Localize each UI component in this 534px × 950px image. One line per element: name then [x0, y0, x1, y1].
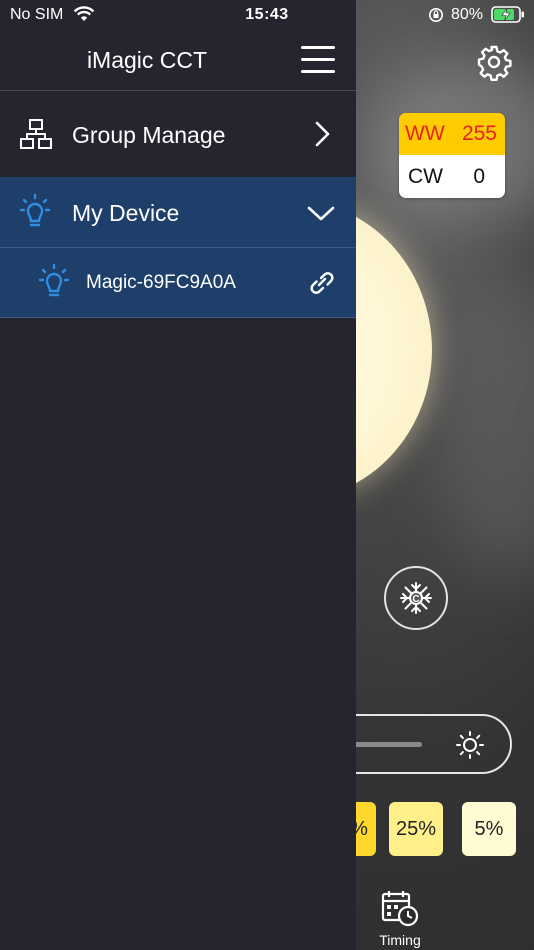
app-title: iMagic CCT: [86, 47, 208, 73]
ww-value: 255: [461, 122, 497, 145]
side-drawer: iMagic CCT Group Manage My Device Magic-…: [0, 0, 356, 950]
timing-label: Timing: [379, 932, 421, 948]
group-manage-row[interactable]: Group Manage: [0, 91, 356, 177]
battery-percent: 80%: [451, 6, 484, 23]
group-manage-label: Group Manage: [72, 122, 226, 148]
timing-tab[interactable]: Timing: [368, 886, 432, 950]
ww-cw-value-card: WW 255 CW 0: [399, 113, 505, 198]
brightness-slider-fill: [350, 742, 422, 747]
link-icon[interactable]: [306, 268, 338, 298]
device-name: Magic-69FC9A0A: [86, 272, 236, 293]
svg-text:C: C: [412, 594, 419, 605]
drawer-header: iMagic CCT: [0, 30, 356, 91]
cw-label: CW: [408, 164, 443, 188]
hamburger-menu-icon: [301, 58, 335, 61]
settings-button[interactable]: [474, 42, 514, 82]
preset-button-25[interactable]: 25%: [389, 802, 443, 856]
battery-icon: [491, 6, 524, 23]
sun-icon: [455, 730, 485, 760]
preset-button-5[interactable]: 5%: [462, 802, 516, 856]
chevron-down-icon: [307, 203, 335, 223]
calendar-clock-icon: [381, 891, 419, 927]
menu-button[interactable]: [301, 46, 335, 76]
gear-icon: [477, 45, 512, 81]
cool-mode-button[interactable]: C: [384, 566, 448, 630]
my-device-label: My Device: [72, 200, 180, 226]
chevron-right-icon: [313, 121, 333, 147]
ww-label: WW: [405, 122, 445, 145]
device-list-item[interactable]: Magic-69FC9A0A: [0, 248, 356, 318]
cw-value: 0: [473, 164, 485, 188]
hamburger-menu-icon: [301, 70, 335, 73]
preset-label: 5%: [474, 817, 504, 840]
group-hierarchy-icon: [19, 118, 53, 150]
ww-row: WW 255: [399, 113, 505, 155]
snowflake-icon: C: [400, 582, 432, 614]
background-blur: [440, 280, 534, 580]
orientation-lock-icon: [429, 8, 443, 22]
preset-label: 25%: [395, 817, 437, 840]
bulb-icon: [34, 264, 74, 302]
bulb-icon: [13, 193, 57, 233]
hamburger-menu-icon: [301, 46, 335, 49]
my-device-row[interactable]: My Device: [0, 177, 356, 248]
status-bar: No SIM 15:43 80%: [0, 0, 534, 30]
cw-row: CW 0: [399, 155, 505, 198]
